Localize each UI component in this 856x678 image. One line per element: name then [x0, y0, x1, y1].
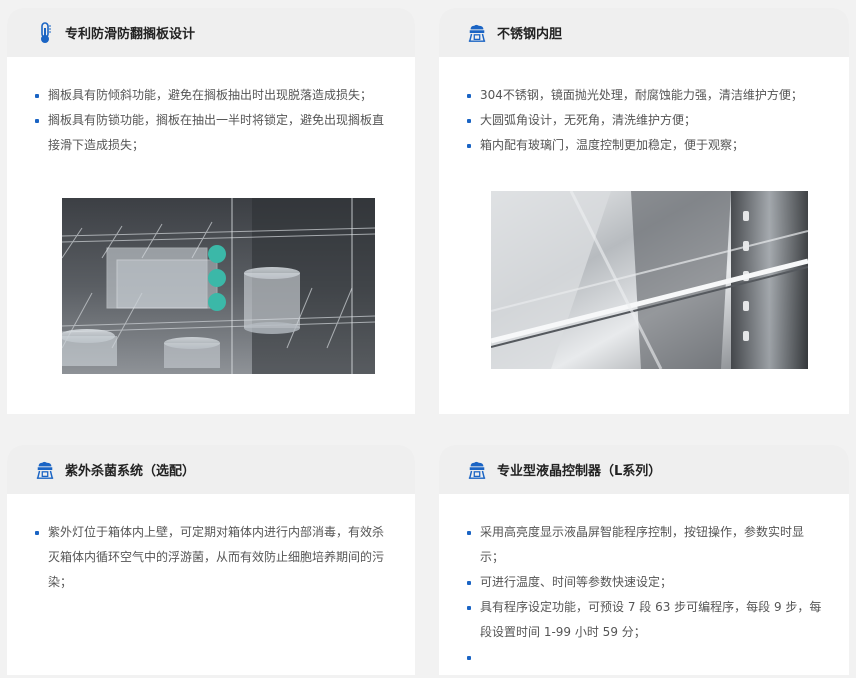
list-item: 紫外灯位于箱体内上壁，可定期对箱体内进行内部消毒，有效杀灭箱体内循环空气中的浮游… [35, 520, 389, 595]
list-item: 箱内配有玻璃门，温度控制更加稳定，便于观察； [467, 133, 823, 158]
bullet-list: 采用高亮度显示液晶屏智能程序控制，按钮操作，参数实时显示； 可进行温度、时间等参… [467, 520, 823, 670]
list-item [467, 645, 823, 670]
feature-card-lcd-controller: 专业型液晶控制器（L系列） 采用高亮度显示液晶屏智能程序控制，按钮操作，参数实时… [439, 445, 849, 675]
card-title: 专利防滑防翻搁板设计 [65, 27, 196, 42]
incubator-icon [467, 459, 487, 481]
list-item: 可进行温度、时间等参数快速设定； [467, 570, 823, 595]
feature-card-shelf: 专利防滑防翻搁板设计 搁板具有防倾斜功能，避免在搁板抽出时出现脱落造成损失； 搁… [7, 8, 415, 414]
card-title: 不锈钢内胆 [497, 27, 563, 42]
card-header: 紫外杀菌系统（选配） [7, 445, 415, 494]
list-item: 具有程序设定功能，可预设 7 段 63 步可编程序，每段 9 步，每段设置时间 … [467, 595, 823, 645]
feature-card-uv-sterilization: 紫外杀菌系统（选配） 紫外灯位于箱体内上壁，可定期对箱体内进行内部消毒，有效杀灭… [7, 445, 415, 675]
card-title: 专业型液晶控制器（L系列） [497, 464, 662, 479]
card-header: 不锈钢内胆 [439, 8, 849, 57]
card-header: 专业型液晶控制器（L系列） [439, 445, 849, 494]
list-item: 搁板具有防倾斜功能，避免在搁板抽出时出现脱落造成损失； [35, 83, 389, 108]
incubator-icon [467, 22, 487, 44]
bullet-list: 搁板具有防倾斜功能，避免在搁板抽出时出现脱落造成损失； 搁板具有防锁功能，搁板在… [35, 83, 389, 158]
stainless-liner-photo [491, 191, 808, 369]
feature-card-stainless-liner: 不锈钢内胆 304不锈钢，镜面抛光处理，耐腐蚀能力强，清洁维护方便； 大圆弧角设… [439, 8, 849, 414]
bullet-list: 紫外灯位于箱体内上壁，可定期对箱体内进行内部消毒，有效杀灭箱体内循环空气中的浮游… [35, 520, 389, 595]
shelf-photo [62, 198, 375, 374]
card-title: 紫外杀菌系统（选配） [65, 464, 196, 479]
list-item: 采用高亮度显示液晶屏智能程序控制，按钮操作，参数实时显示； [467, 520, 823, 570]
list-item: 大圆弧角设计，无死角，清洗维护方便； [467, 108, 823, 133]
thermometer-icon [35, 21, 55, 44]
card-header: 专利防滑防翻搁板设计 [7, 8, 415, 57]
bullet-list: 304不锈钢，镜面抛光处理，耐腐蚀能力强，清洁维护方便； 大圆弧角设计，无死角，… [467, 83, 823, 158]
incubator-icon [35, 459, 55, 481]
list-item: 304不锈钢，镜面抛光处理，耐腐蚀能力强，清洁维护方便； [467, 83, 823, 108]
list-item: 搁板具有防锁功能，搁板在抽出一半时将锁定，避免出现搁板直接滑下造成损失； [35, 108, 389, 158]
